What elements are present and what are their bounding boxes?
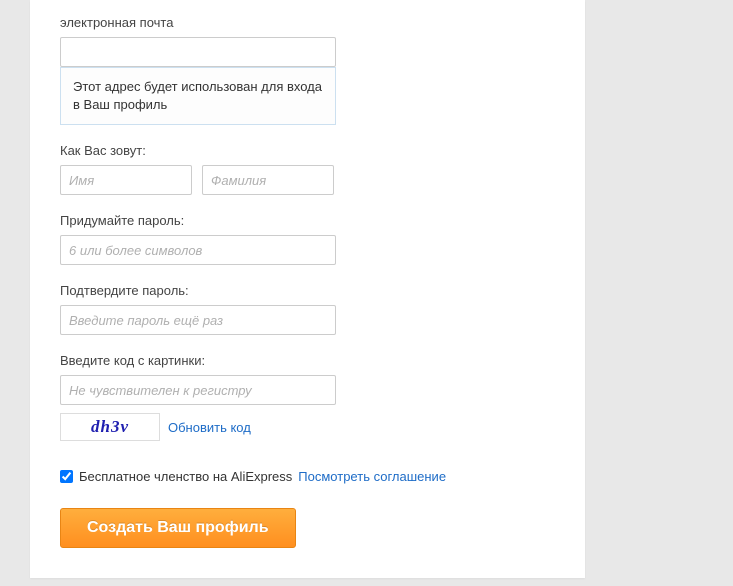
password-label: Придумайте пароль:	[60, 213, 555, 228]
email-label: электронная почта	[60, 0, 555, 30]
refresh-captcha-link[interactable]: Обновить код	[168, 420, 251, 435]
agreement-link[interactable]: Посмотреть соглашение	[298, 469, 446, 484]
captcha-image: dh3v	[60, 413, 160, 441]
email-hint: Этот адрес будет использован для входа в…	[60, 67, 336, 125]
password-confirm-input[interactable]	[60, 305, 336, 335]
registration-form: электронная почта Этот адрес будет испол…	[30, 0, 585, 578]
name-label: Как Вас зовут:	[60, 143, 555, 158]
captcha-label: Введите код с картинки:	[60, 353, 555, 368]
password-confirm-label: Подтвердите пароль:	[60, 283, 555, 298]
last-name-input[interactable]	[202, 165, 334, 195]
agreement-text: Бесплатное членство на AliExpress	[79, 469, 292, 484]
captcha-input[interactable]	[60, 375, 336, 405]
email-input[interactable]	[60, 37, 336, 67]
password-input[interactable]	[60, 235, 336, 265]
agreement-checkbox[interactable]	[60, 470, 73, 483]
submit-button[interactable]: Создать Ваш профиль	[60, 508, 296, 548]
first-name-input[interactable]	[60, 165, 192, 195]
